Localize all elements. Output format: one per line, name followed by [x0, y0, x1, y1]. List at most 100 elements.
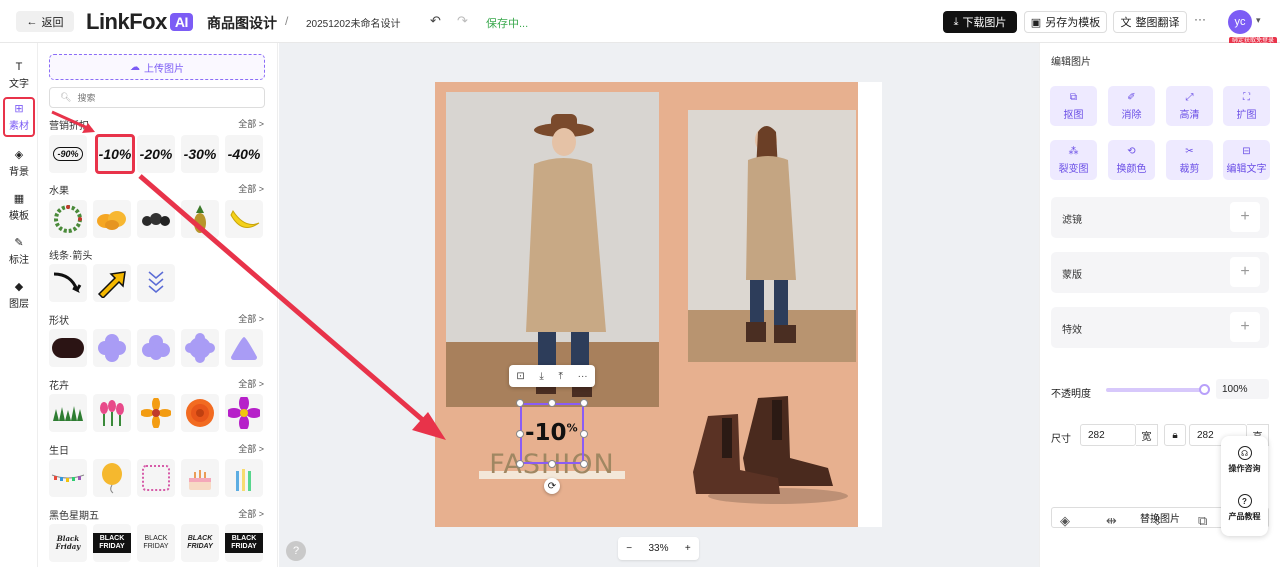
tutorial-button[interactable]: ? 产品教程 [1221, 494, 1268, 522]
add-filter-button[interactable]: + [1230, 202, 1260, 232]
rotate-handle-icon[interactable]: ⟳ [544, 478, 560, 494]
layer-down-icon[interactable]: ⤓ [539, 371, 543, 382]
category-more-link[interactable]: 全部 > [238, 182, 264, 195]
rail-item-layers[interactable]: ◆ 图层 [3, 275, 35, 315]
rail-item-template[interactable]: ▦ 模板 [3, 187, 35, 227]
help-icon[interactable]: ? [286, 541, 306, 561]
category-more-link[interactable]: 全部 > [238, 442, 264, 455]
rail-item-background[interactable]: ◈ 背景 [3, 143, 35, 183]
width-input[interactable]: 282 [1080, 424, 1136, 446]
resize-handle[interactable] [580, 460, 588, 468]
fruit-thumb[interactable] [137, 200, 175, 238]
boots-product-image[interactable] [688, 388, 853, 508]
category-more-link[interactable]: 全部 > [238, 312, 264, 325]
arrow-thumb[interactable] [49, 264, 87, 302]
more-options-icon[interactable]: ··· [578, 371, 588, 382]
cutout-button[interactable]: ⧉ 抠图 [1050, 86, 1097, 126]
add-mask-button[interactable]: + [1230, 257, 1260, 287]
arrow-thumb[interactable] [93, 264, 131, 302]
upload-image-button[interactable]: ☁ 上传图片 [49, 54, 265, 80]
arrow-thumb[interactable] [137, 264, 175, 302]
birthday-thumb[interactable] [137, 459, 175, 497]
edit-text-button[interactable]: ⊟ 编辑文字 [1223, 140, 1270, 180]
sticker-thumb[interactable]: -30% [181, 135, 219, 173]
red-flower-icon [186, 399, 214, 427]
expand-button[interactable]: ⛶ 扩图 [1223, 86, 1270, 126]
consult-button[interactable]: ☊ 操作咨询 [1221, 446, 1268, 474]
chevron-down-icon[interactable]: ▾ [1256, 15, 1261, 26]
opacity-slider-handle[interactable] [1199, 384, 1210, 395]
birthday-thumb[interactable] [49, 459, 87, 497]
opacity-value[interactable]: 100% [1216, 379, 1269, 399]
resize-handle[interactable] [516, 430, 524, 438]
zoom-in-icon[interactable]: + [685, 543, 691, 554]
model-photo-right[interactable] [688, 110, 856, 362]
back-button[interactable]: ← 返回 [16, 11, 74, 32]
rail-item-text[interactable]: T 文字 [3, 55, 35, 95]
translate-button[interactable]: 文 整图翻译 [1113, 11, 1187, 33]
shape-thumb[interactable] [181, 329, 219, 367]
hd-button[interactable]: ⤢ 高清 [1166, 86, 1213, 126]
flower-thumb[interactable] [181, 394, 219, 432]
model-photo-left[interactable] [446, 92, 659, 407]
fruit-thumb[interactable] [181, 200, 219, 238]
sticker-thumb[interactable]: -90% [49, 135, 87, 173]
rail-item-annotate[interactable]: ✎ 标注 [3, 231, 35, 271]
search-box[interactable]: 🔍︎ [49, 87, 265, 108]
erase-button[interactable]: ✐ 消除 [1108, 86, 1155, 126]
category-more-link[interactable]: 全部 > [238, 377, 264, 390]
document-name[interactable]: 20251202未命名设计 [306, 15, 401, 30]
birthday-thumb[interactable] [181, 459, 219, 497]
search-input[interactable] [77, 92, 248, 103]
sticker-thumb[interactable]: -40% [225, 135, 263, 173]
add-effect-button[interactable]: + [1230, 312, 1260, 342]
flower-thumb[interactable] [93, 394, 131, 432]
more-menu-icon[interactable]: ··· [1194, 12, 1206, 26]
undo-icon[interactable]: ↶ [430, 13, 441, 29]
category-more-link[interactable]: 全部 > [238, 117, 264, 130]
birthday-thumb[interactable] [225, 459, 263, 497]
black-friday-thumb[interactable]: Black Friday [49, 524, 87, 562]
select-icon[interactable]: ⊡ [516, 371, 524, 382]
black-friday-thumb[interactable]: BLACK FRIDAY [181, 524, 219, 562]
zoom-level[interactable]: 33% [648, 543, 668, 554]
crop-button[interactable]: ✂ 裁剪 [1166, 140, 1213, 180]
resize-handle[interactable] [580, 399, 588, 407]
black-friday-thumb[interactable]: BLACK FRIDAY [137, 524, 175, 562]
shape-thumb[interactable] [93, 329, 131, 367]
dotted-frame-icon [142, 465, 170, 491]
resize-handle[interactable] [548, 460, 556, 468]
linkfox-logo[interactable]: LinkFox AI [86, 9, 193, 35]
sticker-thumb-selected[interactable]: -10% [95, 134, 135, 174]
category-more-link[interactable]: 全部 > [238, 507, 264, 520]
layer-up-icon[interactable]: ⤒ [559, 371, 563, 382]
resize-handle[interactable] [580, 430, 588, 438]
fruit-thumb[interactable] [225, 200, 263, 238]
sticker-thumb[interactable]: -20% [137, 135, 175, 173]
black-friday-thumb[interactable]: BLACK FRIDAY [93, 524, 131, 562]
fruit-thumb[interactable] [49, 200, 87, 238]
flower-thumb[interactable] [225, 394, 263, 432]
fruit-thumb[interactable] [93, 200, 131, 238]
zoom-out-icon[interactable]: − [626, 543, 632, 554]
flower-thumb[interactable] [49, 394, 87, 432]
shape-thumb[interactable] [49, 329, 87, 367]
redo-icon[interactable]: ↷ [457, 13, 468, 29]
birthday-thumb[interactable] [93, 459, 131, 497]
shape-thumb[interactable] [137, 329, 175, 367]
resize-handle[interactable] [516, 460, 524, 468]
download-button[interactable]: ⤓ 下载图片 [943, 11, 1017, 33]
rail-item-material[interactable]: ⊞ 素材 [3, 97, 35, 137]
discount-sticker[interactable]: -10% [525, 420, 578, 446]
opacity-slider[interactable] [1106, 388, 1204, 392]
shape-thumb[interactable] [225, 329, 263, 367]
resize-handle[interactable] [516, 399, 524, 407]
black-friday-thumb[interactable]: BLACK FRIDAY [225, 524, 263, 562]
save-as-template-button[interactable]: ▣ 另存为模板 [1024, 11, 1107, 33]
flower-thumb[interactable] [137, 394, 175, 432]
resize-handle[interactable] [548, 399, 556, 407]
lock-ratio-icon[interactable]: 🔒︎ [1164, 424, 1186, 446]
recolor-button[interactable]: ⟲ 换颜色 [1108, 140, 1155, 180]
variation-button[interactable]: ⁂ 裂变图 [1050, 140, 1097, 180]
avatar[interactable]: yc [1228, 10, 1252, 34]
